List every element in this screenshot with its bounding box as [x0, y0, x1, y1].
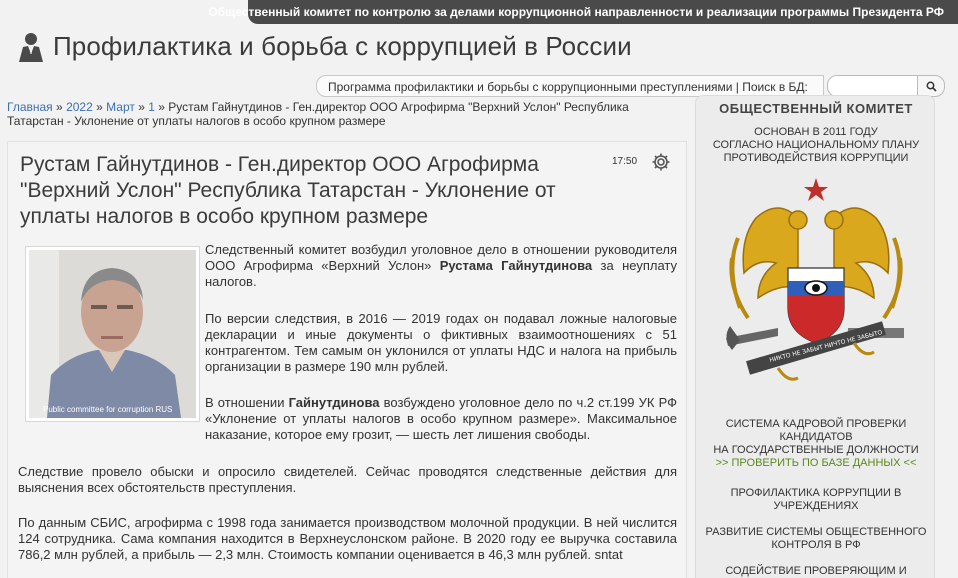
- article-paragraph: Следствие провело обыски и опросило свид…: [18, 464, 677, 495]
- article: Рустам Гайнутдинов - Ген.директор ООО Аг…: [7, 141, 687, 578]
- eagle-emblem-icon[interactable]: НИКТО НЕ ЗАБЫТ НИЧТО НЕ ЗАБЫТО: [718, 178, 908, 390]
- breadcrumb-day[interactable]: 1: [148, 100, 155, 114]
- sidebar-link-prevention[interactable]: УЧРЕЖДЕНИЯХ: [696, 500, 936, 513]
- sidebar-check-line: СИСТЕМА КАДРОВОЙ ПРОВЕРКИ: [725, 418, 907, 430]
- program-bar-text: Программа профилактики и борьбы с корруп…: [328, 80, 808, 94]
- breadcrumb-home[interactable]: Главная: [7, 100, 53, 114]
- breadcrumb-month[interactable]: Март: [106, 100, 135, 114]
- breadcrumb-separator: »: [158, 100, 165, 114]
- sidebar-link-development[interactable]: РАЗВИТИЕ СИСТЕМЫ ОБЩЕСТВЕННОГО: [696, 526, 936, 539]
- article-title: Рустам Гайнутдинов - Ген.директор ООО Аг…: [20, 153, 556, 228]
- breadcrumb-year[interactable]: 2022: [66, 100, 93, 114]
- article-paragraph: В отношении Гайнутдинова возбуждено угол…: [205, 395, 677, 442]
- gear-icon[interactable]: [651, 152, 671, 172]
- breadcrumb-separator: »: [96, 100, 103, 114]
- sidebar-founded: ОСНОВАН В 2011 ГОДУ: [754, 126, 878, 138]
- top-banner-text: Общественный комитет по контролю за дела…: [208, 5, 944, 19]
- photo-watermark: Public committee for corruption RUS: [43, 405, 173, 414]
- sidebar-link-assist[interactable]: СОДЕЙСТВИЕ ПРОВЕРЯЮЩИМ И: [696, 565, 936, 578]
- sidebar-plan-line: СОГЛАСНО НАЦИОНАЛЬНОМУ ПЛАНУ: [712, 139, 920, 151]
- check-database-link[interactable]: >> ПРОВЕРИТЬ ПО БАЗЕ ДАННЫХ <<: [696, 457, 936, 470]
- sidebar-plan-line: ПРОТИВОДЕЙСТВИЯ КОРРУПЦИИ: [723, 152, 909, 164]
- sidebar: ОБЩЕСТВЕННЫЙ КОМИТЕТ ОСНОВАН В 2011 ГОДУ…: [695, 95, 935, 578]
- program-bar: Программа профилактики и борьбы с корруп…: [316, 75, 824, 97]
- breadcrumb-separator: »: [138, 100, 145, 114]
- person-icon: [19, 33, 43, 62]
- search-icon: [926, 81, 937, 92]
- article-paragraph: По данным СБИС, агрофирма с 1998 года за…: [18, 515, 677, 562]
- search-button[interactable]: [917, 75, 945, 97]
- article-photo: Public committee for corruption RUS: [25, 246, 200, 422]
- search-input[interactable]: [827, 75, 920, 97]
- site-title[interactable]: Профилактика и борьба с коррупцией в Рос…: [53, 31, 632, 62]
- article-paragraph: По версии следствия, в 2016 — 2019 годах…: [205, 311, 677, 374]
- sidebar-link-development[interactable]: КОНТРОЛЯ В РФ: [696, 539, 936, 552]
- sidebar-check-line: НА ГОСУДАРСТВЕННЫЕ ДОЛЖНОСТИ: [713, 444, 919, 456]
- sidebar-check-line: КАНДИДАТОВ: [779, 431, 853, 443]
- portrait-image: [29, 250, 196, 418]
- breadcrumb: Главная » 2022 » Март » 1 » Рустам Гайну…: [7, 100, 687, 128]
- article-paragraph: Следственный комитет возбудил уголовное …: [205, 242, 678, 289]
- sidebar-heading: ОБЩЕСТВЕННЫЙ КОМИТЕТ: [719, 101, 913, 116]
- breadcrumb-separator: »: [56, 100, 63, 114]
- top-banner: Общественный комитет по контролю за дела…: [208, 0, 958, 24]
- article-time: 17:50: [612, 156, 638, 167]
- sidebar-link-prevention[interactable]: ПРОФИЛАКТИКА КОРРУПЦИИ В: [696, 487, 936, 500]
